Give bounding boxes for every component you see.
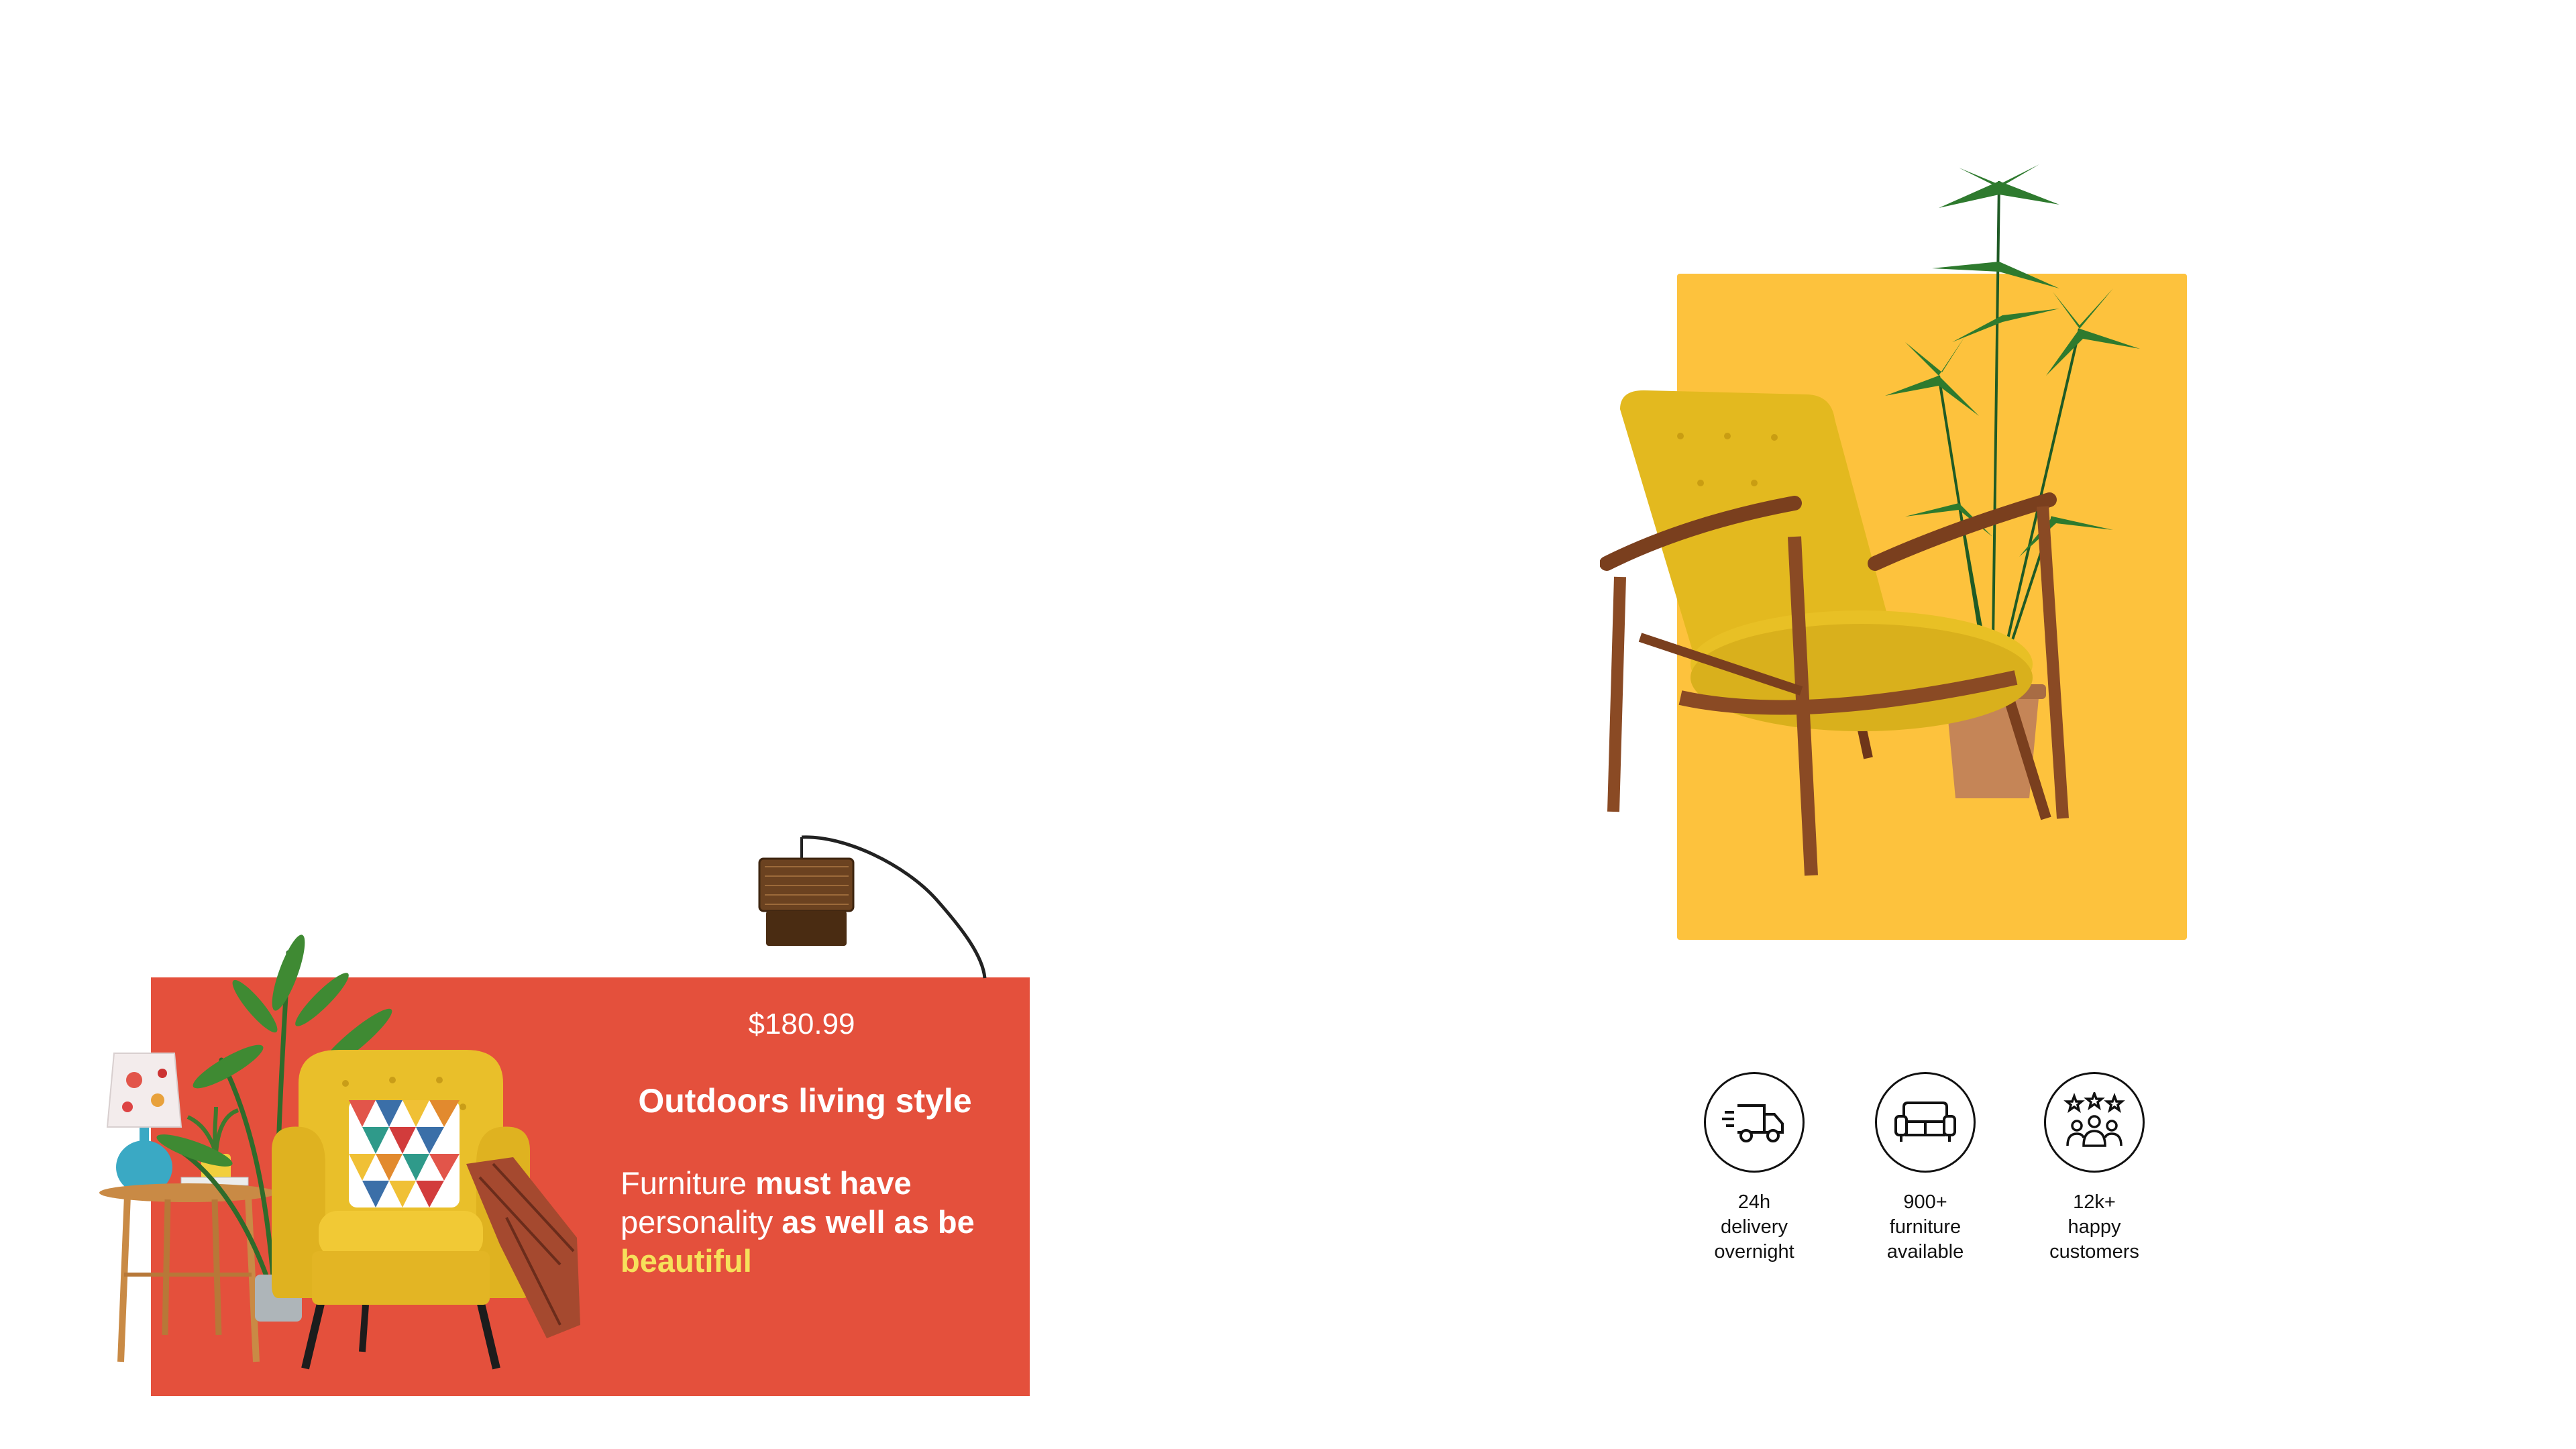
happy-customers-icon bbox=[2044, 1072, 2145, 1173]
yellow-armchair-image bbox=[272, 1050, 580, 1370]
price-label: $180.99 bbox=[748, 1008, 855, 1040]
stat-label: 12k+ happy customers bbox=[2049, 1191, 2139, 1263]
stat-furniture: 900+ furniture available bbox=[1845, 1072, 2006, 1265]
stat-label: 900+ furniture available bbox=[1886, 1191, 1964, 1263]
delivery-truck-icon bbox=[1704, 1072, 1805, 1173]
tagline-text: personality bbox=[621, 1204, 782, 1240]
tagline-emphasis: as well as be bbox=[782, 1204, 975, 1240]
floor-lamp-image bbox=[758, 835, 987, 979]
tagline-highlight: beautiful bbox=[621, 1243, 752, 1279]
promo-tagline: Furniture must have personality as well a… bbox=[621, 1164, 996, 1281]
stat-customers: 12k+ happy customers bbox=[2014, 1072, 2175, 1265]
mid-century-chair-image bbox=[1600, 390, 2069, 876]
promo-title: Outdoors living style bbox=[638, 1082, 972, 1120]
tagline-text: Furniture bbox=[621, 1165, 756, 1201]
sofa-icon bbox=[1875, 1072, 1976, 1173]
tagline-emphasis: must have bbox=[755, 1165, 912, 1201]
stat-delivery: 24h delivery overnight bbox=[1674, 1072, 1835, 1265]
stat-label: 24h delivery overnight bbox=[1714, 1191, 1794, 1263]
